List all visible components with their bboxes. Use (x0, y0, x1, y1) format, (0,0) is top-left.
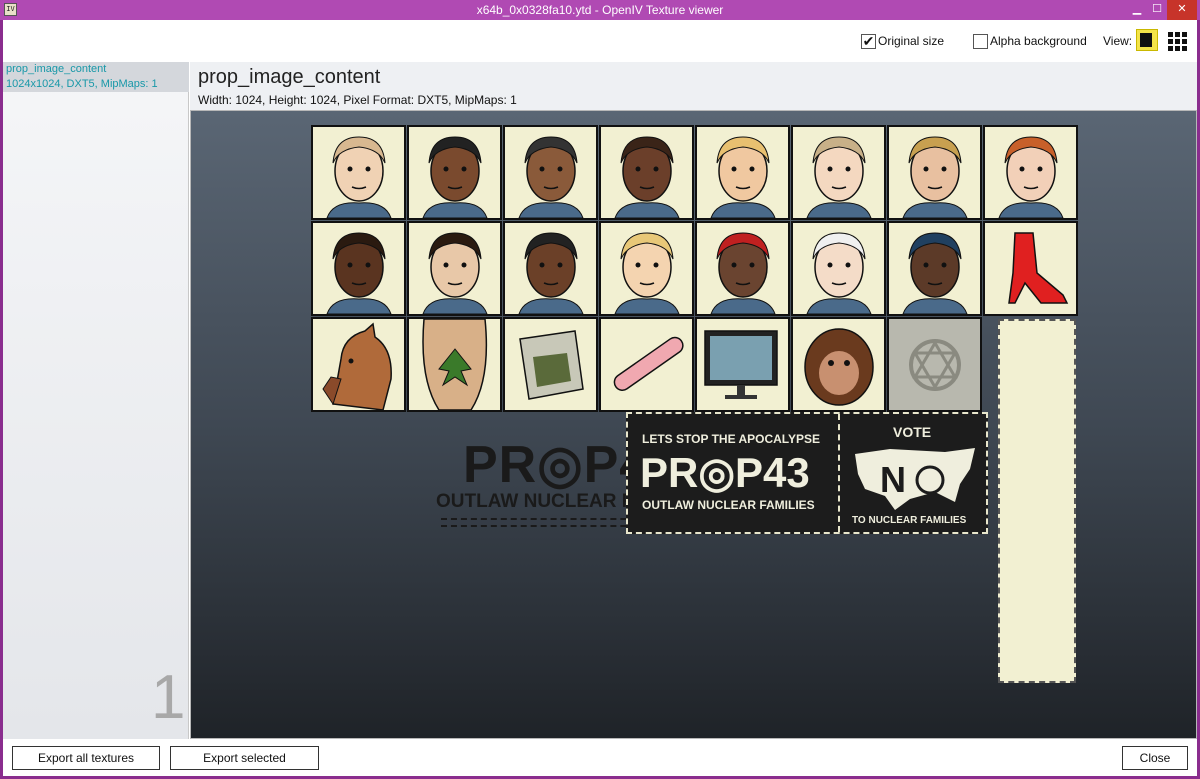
single-view-icon-part (1142, 33, 1152, 47)
woman-portrait-image (806, 136, 872, 218)
texture-list-item-info: 1024x1024, DXT5, MipMaps: 1 (6, 78, 158, 90)
vote-text: VOTE (893, 424, 932, 440)
woman-portrait-tile (407, 221, 502, 316)
tv-image (704, 330, 778, 399)
grid-view-icon-cell (1175, 32, 1180, 37)
woman-portrait-tile (791, 125, 886, 220)
man-portrait-image (902, 232, 968, 314)
alpha-background-label: Alpha background (990, 34, 1087, 48)
view-label: View: (1103, 34, 1133, 48)
banner-logo-text: PR◎P43 (640, 449, 810, 496)
texture-image: PR◎P43 OUTLAW NUCLEAR FAMILIES LETS STOP… (311, 125, 1091, 695)
woman-portrait-tile (311, 221, 406, 316)
texture-info: Width: 1024, Height: 1024, Pixel Format:… (198, 93, 517, 107)
banner-subtitle: OUTLAW NUCLEAR FAMILIES (642, 498, 815, 512)
woman-portrait-tile (599, 221, 694, 316)
chimp-image (804, 328, 874, 406)
man-portrait-tile (503, 125, 598, 220)
grid-view-icon-cell (1182, 39, 1187, 44)
chimp-tile (791, 317, 886, 412)
grid-view-icon-cell (1182, 46, 1187, 51)
woman-portrait-image (902, 136, 968, 218)
woman-portrait-tile (983, 125, 1078, 220)
red-heel-tile (983, 221, 1078, 316)
emblem-image (909, 339, 961, 391)
man-portrait-tile (887, 221, 982, 316)
vote-bottom-text: TO NUCLEAR FAMILIES (852, 515, 967, 526)
close-window-button[interactable]: ✕ (1167, 0, 1197, 20)
man-portrait-tile (695, 221, 790, 316)
man-portrait-tile (503, 221, 598, 316)
man-portrait-image (518, 232, 584, 314)
window-title: x64b_0x0328fa10.ytd - OpenIV Texture vie… (476, 3, 724, 17)
woman-portrait-tile (695, 125, 790, 220)
export-all-textures-button[interactable]: Export all textures (12, 746, 160, 770)
minimize-button[interactable]: ▁ (1127, 0, 1147, 20)
woman-portrait-tile (887, 125, 982, 220)
tv-tile (695, 317, 790, 412)
footer: Export all textures Export selected Clos… (3, 739, 1197, 776)
woman-portrait-image (710, 136, 776, 218)
page-number: 1 (151, 663, 186, 732)
grid-view-icon-cell (1168, 46, 1173, 51)
texture-preview-viewport[interactable]: PR◎P43 OUTLAW NUCLEAR FAMILIES LETS STOP… (190, 110, 1197, 739)
alpha-background-option[interactable]: Alpha background (973, 33, 1087, 49)
close-button[interactable]: Close (1122, 746, 1188, 770)
man-portrait-image (326, 136, 392, 218)
alpha-background-checkbox[interactable] (973, 33, 988, 49)
woman-portrait-image (998, 136, 1064, 218)
original-size-checkbox[interactable]: ✔ (861, 33, 876, 49)
emblem-tile (887, 317, 982, 412)
blank-strip (998, 319, 1076, 683)
texture-list-panel[interactable]: prop_image_content 1024x1024, DXT5, MipM… (3, 62, 189, 739)
grid-view-icon (1168, 32, 1173, 37)
toolbar: ✔ Original size Alpha background View: (3, 20, 1197, 62)
woman-portrait-tile (791, 221, 886, 316)
prop43-banner: LETS STOP THE APOCALYPSE PR◎P43 OUTLAW N… (626, 412, 988, 534)
texture-name: prop_image_content (198, 66, 381, 88)
man-portrait-image (518, 136, 584, 218)
man-portrait-image (710, 232, 776, 314)
man-portrait-tile (407, 125, 502, 220)
usa-map-icon: N (855, 448, 975, 510)
bag-image (519, 330, 584, 400)
maximize-button[interactable]: ☐ (1147, 0, 1167, 20)
woman-portrait-image (806, 232, 872, 314)
original-size-label: Original size (878, 34, 945, 48)
leaf-body-tile (407, 317, 502, 412)
texture-list-item-name: prop_image_content (6, 63, 107, 75)
tube-image (613, 336, 684, 391)
grid-view-icon-cell (1168, 39, 1173, 44)
title-bar[interactable]: IV x64b_0x0328fa10.ytd - OpenIV Texture … (0, 0, 1200, 20)
original-size-option[interactable]: ✔ Original size (861, 33, 944, 49)
banner-top-text: LETS STOP THE APOCALYPSE (642, 432, 821, 446)
leaf-body-image (422, 319, 488, 410)
grid-view-icon-cell (1182, 32, 1187, 37)
woman-portrait-image (614, 136, 680, 218)
woman-portrait-image (326, 232, 392, 314)
bag-tile (503, 317, 598, 412)
banner-divider (838, 414, 840, 532)
horse-image (322, 322, 392, 410)
texture-details-header: prop_image_content Width: 1024, Height: … (190, 62, 1197, 110)
man-portrait-image (422, 136, 488, 218)
single-view-button[interactable] (1136, 29, 1158, 51)
woman-portrait-image (614, 232, 680, 314)
woman-portrait-image (422, 232, 488, 314)
client-area: ✔ Original size Alpha background View: p… (3, 20, 1197, 776)
grid-view-button[interactable] (1165, 29, 1187, 51)
svg-text:N: N (880, 459, 906, 500)
export-selected-button[interactable]: Export selected (170, 746, 319, 770)
grid-view-icon-cell (1175, 39, 1180, 44)
tube-tile (599, 317, 694, 412)
texture-list-item[interactable]: prop_image_content 1024x1024, DXT5, MipM… (3, 62, 189, 92)
woman-portrait-tile (599, 125, 694, 220)
grid-view-icon-cell (1175, 46, 1180, 51)
red-heel-image (1008, 232, 1069, 304)
horse-tile (311, 317, 406, 412)
man-portrait-tile (311, 125, 406, 220)
